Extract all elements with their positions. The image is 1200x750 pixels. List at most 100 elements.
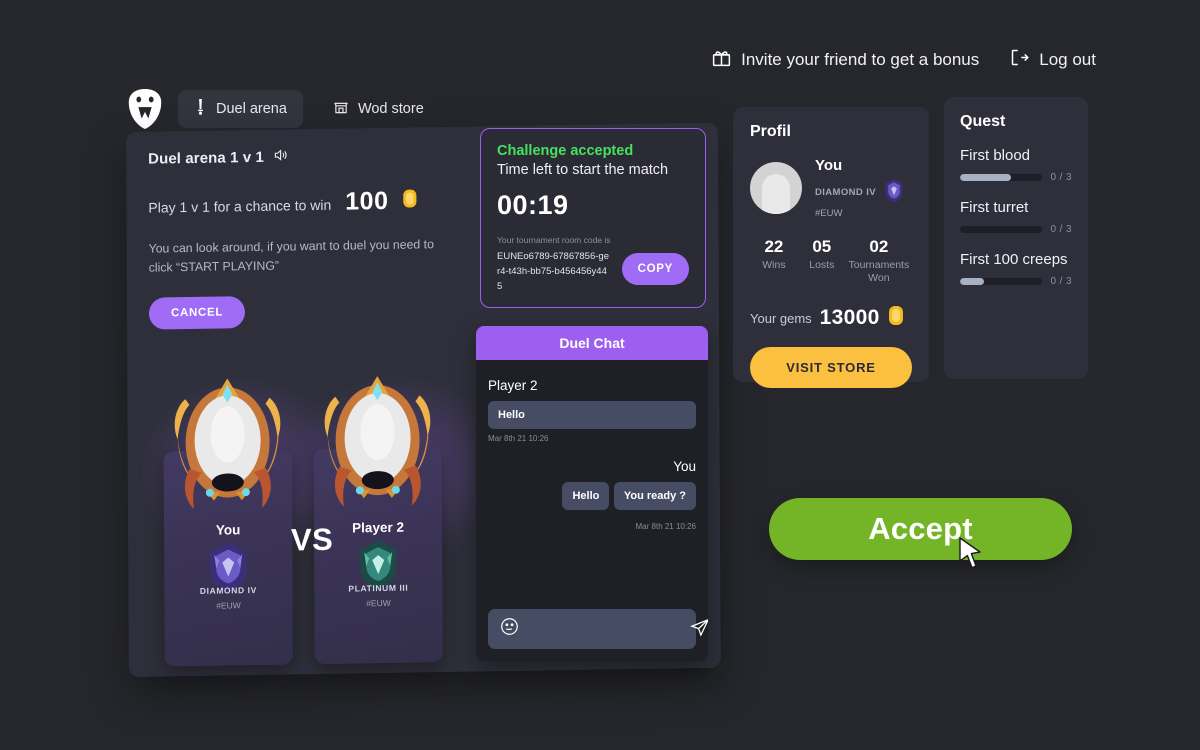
gems-value: 13000 xyxy=(819,306,880,329)
topbar: Invite your friend to get a bonus Log ou… xyxy=(711,47,1096,73)
quest-fill xyxy=(960,174,1012,181)
vs-label: VS xyxy=(290,521,334,558)
quest-name-first-blood: First blood xyxy=(960,147,1031,164)
header: Duel arena Wod store xyxy=(126,88,440,130)
profil-gems-row: Your gems 13000 xyxy=(750,305,912,331)
sword-icon xyxy=(194,99,207,119)
profil-user-server: #EUW xyxy=(815,208,843,219)
visit-store-button[interactable]: VISIT STORE xyxy=(750,347,912,388)
invite-friend-button[interactable]: Invite your friend to get a bonus xyxy=(711,47,979,73)
avatar xyxy=(750,162,802,214)
chat-bubble-outgoing-2: You ready ? xyxy=(613,482,696,510)
challenge-status: Challenge accepted xyxy=(497,143,634,159)
profil-user-rank: DIAMOND IV xyxy=(815,186,876,198)
diamond-rank-icon xyxy=(883,178,905,206)
quest-progress-first-100-creeps: 0 / 3 xyxy=(960,276,1072,287)
duel-chat-messages: Player 2 Hello Mar 8th 21 10:26 You Hell… xyxy=(476,360,708,604)
stat-tournaments-won: 02 Tournaments Won xyxy=(846,237,912,285)
challenge-timer: 00:19 xyxy=(497,190,569,220)
chat-bubble-outgoing-1: Hello xyxy=(562,482,610,510)
chat-author-you: You xyxy=(673,459,696,474)
profil-user-row: You DIAMOND IV #EUW xyxy=(750,157,912,219)
player-card-you[interactable]: You DIAMOND IV #EUW xyxy=(163,378,293,667)
challenge-subtitle: Time left to start the match xyxy=(497,162,669,178)
stat-wins: 22 Wins xyxy=(750,237,798,285)
gem-coin-icon xyxy=(888,305,904,331)
chat-bubble-incoming: Hello xyxy=(488,401,696,429)
quest-track xyxy=(960,226,1042,233)
tab-duel-arena[interactable]: Duel arena xyxy=(178,90,303,128)
tab-duel-arena-label: Duel arena xyxy=(216,101,287,117)
chat-outgoing-rows: Hello You ready ? xyxy=(488,482,696,517)
duel-reward-amount: 100 xyxy=(345,186,389,216)
quest-item-first-turret: First turret 0 / 3 xyxy=(960,199,1072,235)
quest-track xyxy=(960,174,1042,181)
quest-title: Quest xyxy=(960,113,1006,130)
room-code-value: EUNEo6789-67867856-ger4-t43h-bb75-b45645… xyxy=(497,251,609,292)
chat-message-group-player2: Player 2 Hello Mar 8th 21 10:26 xyxy=(488,378,696,443)
app-root: Invite your friend to get a bonus Log ou… xyxy=(0,0,1200,750)
challenge-accepted-card: Challenge accepted Time left to start th… xyxy=(480,128,706,308)
profil-user-name: You xyxy=(815,157,843,174)
player-server-you: #EUW xyxy=(216,600,241,611)
profil-title: Profil xyxy=(750,123,791,140)
smiley-icon[interactable] xyxy=(500,617,519,641)
stat-wins-value: 22 xyxy=(764,237,784,256)
quest-track xyxy=(960,278,1042,285)
wod-logo-icon[interactable] xyxy=(126,88,164,130)
stat-losts: 05 Losts xyxy=(798,237,846,285)
cancel-button[interactable]: CANCEL xyxy=(148,296,246,330)
profil-user-rank-row: DIAMOND IV xyxy=(815,178,905,206)
duel-chat-panel: Duel Chat Player 2 Hello Mar 8th 21 10:2… xyxy=(476,326,708,661)
accept-button[interactable]: Accept xyxy=(769,498,1072,560)
versus-area: You DIAMOND IV #EUW Player 2 PLATINUM II… xyxy=(137,369,503,667)
quest-item-first-blood: First blood 0 / 3 xyxy=(960,147,1072,183)
stat-wins-label: Wins xyxy=(762,259,786,271)
send-icon[interactable] xyxy=(690,617,708,642)
tab-wod-store-label: Wod store xyxy=(357,101,424,117)
chat-timestamp-incoming: Mar 8th 21 10:26 xyxy=(488,434,549,443)
logout-label: Log out xyxy=(1039,50,1096,69)
chat-message-group-you: You Hello You ready ? Mar 8th 21 10:26 xyxy=(488,459,696,531)
room-code-row: EUNEo6789-67867856-ger4-t43h-bb75-b45645… xyxy=(497,249,689,294)
room-code-label: Your tournament room code is xyxy=(497,235,611,245)
chat-author-player2: Player 2 xyxy=(488,378,538,393)
stat-losts-label: Losts xyxy=(809,259,835,271)
copy-room-code-button[interactable]: COPY xyxy=(621,253,689,285)
speaker-icon[interactable] xyxy=(273,147,288,166)
quest-name-first-turret: First turret xyxy=(960,199,1029,216)
player-rank-you: DIAMOND IV xyxy=(199,585,257,596)
profil-stats: 22 Wins 05 Losts 02 Tournaments Won xyxy=(750,237,912,285)
chat-message-input[interactable] xyxy=(527,622,682,636)
quest-fill xyxy=(960,278,985,285)
stat-tournaments-won-value: 02 xyxy=(869,237,889,256)
duel-reward-text: Play 1 v 1 for a chance to win xyxy=(148,196,332,216)
player-server-player2: #EUW xyxy=(366,597,391,609)
stat-losts-value: 05 xyxy=(812,237,832,256)
profil-panel: Profil You DIAMOND IV #EUW 22 Wins 05 Lo… xyxy=(733,107,929,388)
invite-friend-label: Invite your friend to get a bonus xyxy=(741,50,980,69)
quest-value-first-turret: 0 / 3 xyxy=(1050,224,1072,235)
gift-icon xyxy=(711,47,732,73)
player-name-you: You xyxy=(215,522,241,538)
profil-user-info: You DIAMOND IV #EUW xyxy=(815,157,905,219)
chat-timestamp-outgoing: Mar 8th 21 10:26 xyxy=(635,522,696,531)
quest-item-first-100-creeps: First 100 creeps 0 / 3 xyxy=(960,251,1072,287)
tab-wod-store[interactable]: Wod store xyxy=(317,90,440,128)
duel-chat-title: Duel Chat xyxy=(476,326,708,360)
crest-icon-you xyxy=(167,371,288,523)
quest-name-first-100-creeps: First 100 creeps xyxy=(960,251,1068,268)
gems-label: Your gems xyxy=(750,310,812,326)
player-rank-player2: PLATINUM III xyxy=(348,582,409,594)
gem-coin-icon xyxy=(402,188,417,208)
store-icon xyxy=(333,99,349,119)
duel-arena-title: Duel arena 1 v 1 xyxy=(148,148,265,168)
crest-icon-player2 xyxy=(317,369,438,521)
logout-button[interactable]: Log out xyxy=(1009,47,1096,73)
quest-value-first-100-creeps: 0 / 3 xyxy=(1050,276,1072,287)
quest-value-first-blood: 0 / 3 xyxy=(1050,172,1072,183)
chat-input-bar[interactable] xyxy=(488,609,708,649)
stat-tournaments-won-label: Tournaments Won xyxy=(848,259,910,284)
logout-icon xyxy=(1009,47,1030,73)
quest-progress-first-turret: 0 / 3 xyxy=(960,224,1072,235)
